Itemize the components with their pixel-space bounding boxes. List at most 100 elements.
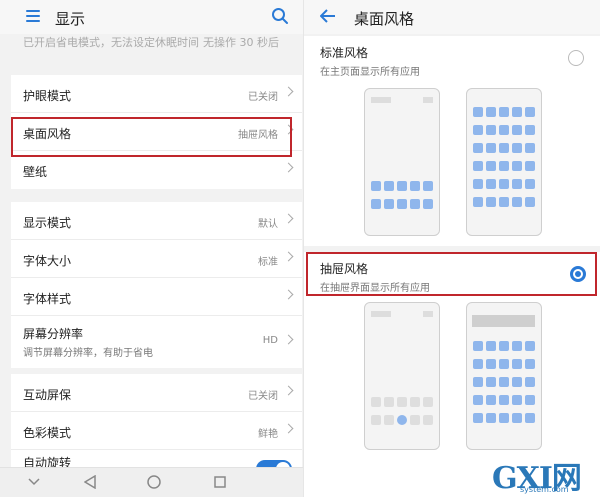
app-icon <box>512 179 522 189</box>
system-nav-bar <box>0 467 303 497</box>
app-icon <box>397 199 407 209</box>
app-icon <box>410 199 420 209</box>
nav-back-icon[interactable] <box>84 475 96 489</box>
app-icon <box>486 413 496 423</box>
app-icon <box>371 199 381 209</box>
preview-drawer-apps <box>466 302 542 450</box>
app-icon <box>397 397 407 407</box>
nav-down-icon[interactable] <box>28 478 40 486</box>
app-icon <box>397 181 407 191</box>
app-icon <box>486 179 496 189</box>
app-icon <box>473 143 483 153</box>
app-icon <box>525 377 535 387</box>
row-eye-comfort[interactable]: 护眼模式 已关闭 <box>11 75 302 113</box>
app-icon <box>525 125 535 135</box>
app-icon <box>525 341 535 351</box>
app-icon <box>512 143 522 153</box>
row-screen-resolution[interactable]: 屏幕分辨率 调节屏幕分辨率，有助于省电 HD <box>11 316 302 368</box>
option-subtitle: 在主页面显示所有应用 <box>320 67 420 78</box>
row-color-mode[interactable]: 色彩模式 鲜艳 <box>11 412 302 450</box>
row-subtitle: 调节屏幕分辨率，有助于省电 <box>23 348 153 359</box>
home-style-screen: 桌面风格 标准风格 在主页面显示所有应用 抽屉风格 在抽屉界面显示所有应用 GX… <box>304 0 600 497</box>
app-icon <box>499 161 509 171</box>
radio-standard[interactable] <box>568 50 584 66</box>
app-icon <box>486 197 496 207</box>
app-icon <box>512 395 522 405</box>
app-icon <box>499 197 509 207</box>
right-header: 桌面风格 <box>304 0 600 34</box>
highlight-box <box>306 252 597 296</box>
back-arrow-icon[interactable] <box>320 9 336 23</box>
app-icon <box>371 415 381 425</box>
app-grid <box>473 341 535 423</box>
app-icon <box>410 181 420 191</box>
row-font-size[interactable]: 字体大小 标准 <box>11 240 302 278</box>
app-icon <box>525 413 535 423</box>
row-font-style[interactable]: 字体样式 <box>11 278 302 316</box>
watermark-small-text: system.com <box>520 485 569 494</box>
row-label: 屏幕分辨率 <box>23 327 84 341</box>
app-icon <box>499 107 509 117</box>
app-icon <box>512 197 522 207</box>
chevron-right-icon <box>283 423 294 434</box>
row-value: 默认 <box>258 219 278 230</box>
app-icon <box>499 125 509 135</box>
app-icon <box>499 179 509 189</box>
row-screensaver[interactable]: 互动屏保 已关闭 <box>11 374 302 412</box>
app-icon <box>473 341 483 351</box>
app-icon <box>410 397 420 407</box>
nav-home-icon[interactable] <box>147 475 161 489</box>
nav-recent-icon[interactable] <box>214 476 226 488</box>
screenshot: 显示 已开启省电模式，无法设定休眠时间 无操作 30 秒后 护眼模式 已关闭 桌… <box>0 0 600 497</box>
chevron-right-icon <box>283 162 294 173</box>
chevron-right-icon <box>283 334 294 345</box>
app-icon <box>525 161 535 171</box>
chevron-right-icon <box>283 86 294 97</box>
app-icon <box>384 181 394 191</box>
page-title: 显示 <box>55 10 86 28</box>
preview-standard-apps <box>466 88 542 236</box>
chevron-right-icon <box>283 385 294 396</box>
app-icon <box>499 377 509 387</box>
drawer-button-icon <box>397 415 407 425</box>
app-icon <box>473 359 483 369</box>
app-icon <box>499 413 509 423</box>
page-title: 桌面风格 <box>354 10 415 28</box>
app-icon <box>473 125 483 135</box>
row-value: HD <box>262 335 278 346</box>
app-icon <box>486 359 496 369</box>
site-watermark-logo: GXI网 system.com <box>488 451 598 496</box>
menu-icon[interactable] <box>26 10 40 22</box>
row-label: 字体样式 <box>23 292 72 306</box>
app-icon <box>512 341 522 351</box>
option-label: 标准风格 <box>320 46 369 60</box>
search-icon[interactable] <box>271 7 289 25</box>
row-value: 标准 <box>258 257 278 268</box>
row-value: 已关闭 <box>248 391 278 402</box>
app-icon <box>473 107 483 117</box>
app-icon <box>525 395 535 405</box>
app-icon <box>423 199 433 209</box>
app-icon <box>486 341 496 351</box>
row-display-mode[interactable]: 显示模式 默认 <box>11 202 302 240</box>
app-icon <box>512 161 522 171</box>
app-icon <box>486 161 496 171</box>
app-icon <box>512 413 522 423</box>
row-label: 字体大小 <box>23 254 72 268</box>
signal-shape <box>423 311 433 317</box>
app-icon <box>499 143 509 153</box>
app-icon <box>512 125 522 135</box>
sleep-note-value: 无操作 30 秒后 <box>203 36 279 49</box>
status-bar-shape <box>371 311 391 317</box>
app-icon <box>473 413 483 423</box>
row-label: 色彩模式 <box>23 426 72 440</box>
row-value: 鲜艳 <box>258 429 278 440</box>
option-standard-style[interactable]: 标准风格 在主页面显示所有应用 <box>304 36 600 246</box>
app-icon <box>499 395 509 405</box>
row-label: 互动屏保 <box>23 388 72 402</box>
app-icon <box>423 397 433 407</box>
app-icon <box>525 107 535 117</box>
chevron-right-icon <box>283 289 294 300</box>
left-header: 显示 <box>0 0 303 34</box>
app-icon <box>486 395 496 405</box>
